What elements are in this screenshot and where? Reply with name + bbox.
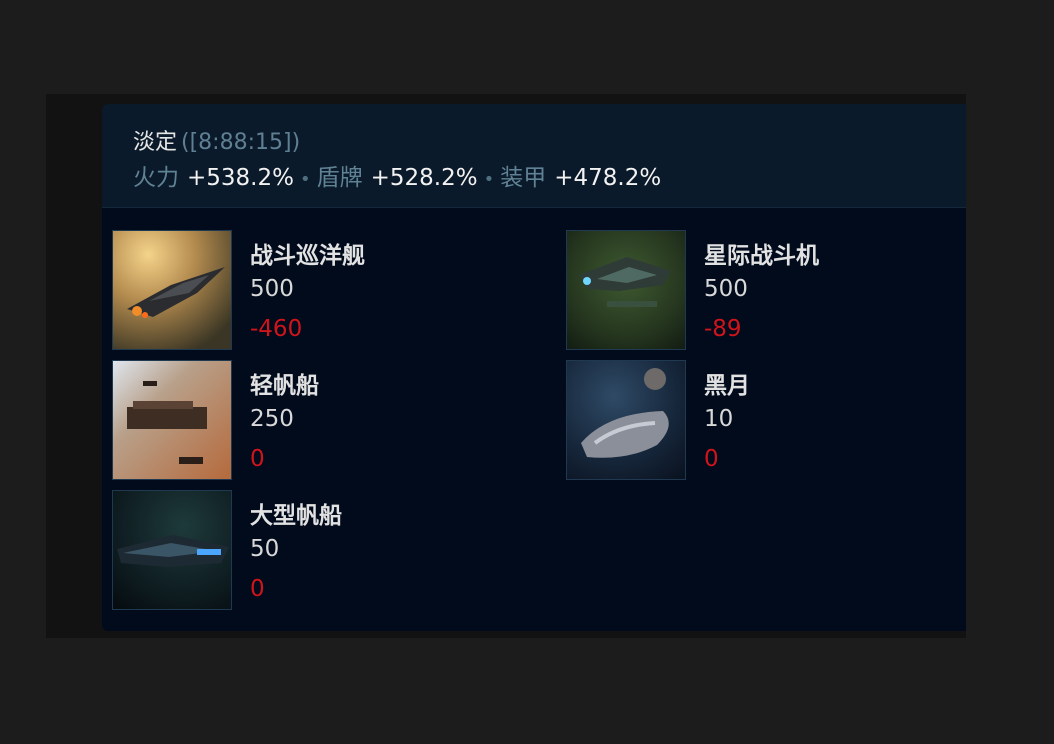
light-sailship-image [112, 360, 232, 480]
ship-loss: 0 [250, 576, 265, 602]
large-sailship-image [112, 490, 232, 610]
player-coordinates[interactable]: ([8:88:15]) [181, 130, 300, 155]
tech-stats: 火力 +538.2% • 盾牌 +528.2% • 装甲 +478.2% [133, 158, 661, 192]
shield-label: 盾牌 [316, 165, 363, 191]
firepower-value: +538.2% [187, 165, 294, 191]
ship-entry: 星际战斗机 500 -89 [566, 230, 966, 352]
dark-moon-image [566, 360, 686, 480]
armor-label: 装甲 [500, 165, 547, 191]
separator-dot: • [299, 169, 311, 190]
ship-name: 轻帆船 [250, 373, 319, 399]
ship-loss: -460 [250, 316, 303, 342]
battlecruiser-image [112, 230, 232, 350]
starfighter-image [566, 230, 686, 350]
ship-count: 50 [250, 536, 280, 562]
ship-name: 大型帆船 [250, 503, 342, 529]
ship-loss: 0 [704, 446, 719, 472]
ship-entry: 战斗巡洋舰 500 -460 [112, 230, 552, 352]
ship-name: 星际战斗机 [704, 243, 819, 269]
ship-count: 250 [250, 406, 294, 432]
ship-count: 10 [704, 406, 734, 432]
shield-value: +528.2% [370, 165, 478, 191]
player-name: 淡定 [133, 130, 178, 155]
fleet-title-row: 淡定 ([8:88:15]) [133, 124, 300, 156]
ship-loss: 0 [250, 446, 265, 472]
armor-value: +478.2% [554, 165, 662, 191]
ship-name: 战斗巡洋舰 [250, 243, 365, 269]
ship-loss: -89 [704, 316, 742, 342]
firepower-label: 火力 [133, 165, 179, 191]
ship-count: 500 [704, 276, 748, 302]
ship-entry: 大型帆船 50 0 [112, 490, 552, 612]
fleet-panel: 淡定 ([8:88:15]) 火力 +538.2% • 盾牌 +528.2% • 装甲 +478… [102, 104, 966, 631]
separator-dot: • [483, 169, 495, 190]
ship-entry: 黑月 10 0 [566, 360, 966, 482]
fleet-header: 淡定 ([8:88:15]) 火力 +538.2% • 盾牌 +528.2% • 装甲 +478… [102, 104, 966, 208]
ship-name: 黑月 [704, 373, 750, 399]
ship-count: 500 [250, 276, 294, 302]
ship-entry: 轻帆船 250 0 [112, 360, 552, 482]
